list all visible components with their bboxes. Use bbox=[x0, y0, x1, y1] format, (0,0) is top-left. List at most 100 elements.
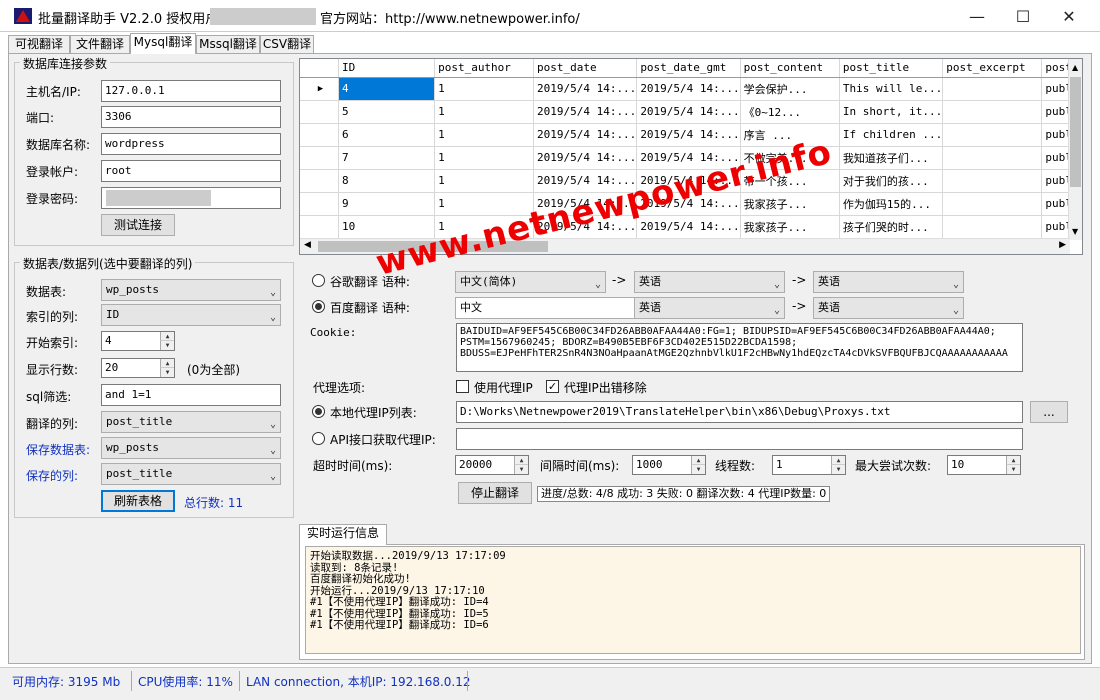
grid-horizontal-scrollbar[interactable]: ◀ ▶ bbox=[300, 238, 1070, 254]
table-cell[interactable]: 2019/5/4 14:... bbox=[636, 100, 741, 124]
browse-button[interactable]: ... bbox=[1030, 401, 1068, 423]
scroll-down-icon[interactable]: ▼ bbox=[1072, 227, 1078, 236]
google-source-lang-select[interactable]: 中文(简体) ⌄ bbox=[455, 271, 606, 293]
spin-up-icon[interactable]: ▲ bbox=[1006, 456, 1020, 465]
table-cell[interactable]: 我知道孩子们... bbox=[839, 146, 944, 170]
table-select[interactable]: wp_posts ⌄ bbox=[101, 279, 281, 301]
start-index-stepper[interactable]: 4 ▲ ▼ bbox=[101, 331, 175, 351]
table-cell[interactable]: 1 bbox=[434, 123, 534, 147]
spin-down-icon[interactable]: ▼ bbox=[160, 341, 174, 350]
use-proxy-checkbox[interactable] bbox=[456, 380, 469, 393]
table-cell[interactable]: 2019/5/4 14:... bbox=[636, 169, 741, 193]
table-row[interactable]: 9 1 2019/5/4 14:... 2019/5/4 14:... 我家孩子...… bbox=[300, 192, 1082, 216]
spin-down-icon[interactable]: ▼ bbox=[691, 465, 705, 474]
table-cell[interactable]: 1 bbox=[434, 77, 534, 101]
table-cell[interactable]: 我家孩子... bbox=[740, 215, 840, 239]
spin-up-icon[interactable]: ▲ bbox=[691, 456, 705, 465]
table-cell[interactable] bbox=[942, 215, 1043, 239]
scroll-thumb[interactable] bbox=[1070, 77, 1081, 187]
column-header[interactable]: post_title bbox=[839, 59, 944, 78]
table-cell[interactable]: 1 bbox=[434, 100, 534, 124]
user-input[interactable]: root bbox=[101, 160, 281, 182]
table-cell[interactable]: 5 bbox=[338, 100, 436, 124]
scroll-up-icon[interactable]: ▲ bbox=[1072, 63, 1078, 72]
table-cell[interactable]: 4 bbox=[338, 77, 436, 101]
table-cell[interactable]: 作为伽玛15的... bbox=[839, 192, 944, 216]
stop-translate-button[interactable]: 停止翻译 bbox=[458, 482, 532, 504]
table-cell[interactable]: 带一个孩... bbox=[740, 169, 840, 193]
row-header[interactable] bbox=[300, 169, 340, 193]
table-cell[interactable]: 2019/5/4 14:... bbox=[533, 123, 638, 147]
baidu-translate-radio[interactable] bbox=[312, 300, 325, 313]
proxy-remove-checkbox[interactable]: ✓ bbox=[546, 380, 559, 393]
table-cell[interactable]: 6 bbox=[338, 123, 436, 147]
column-header[interactable]: post_author bbox=[434, 59, 534, 78]
spin-down-icon[interactable]: ▼ bbox=[160, 368, 174, 377]
table-cell[interactable]: 2019/5/4 14:... bbox=[636, 146, 741, 170]
api-proxy-input[interactable] bbox=[456, 428, 1023, 450]
google-target-lang-select[interactable]: 英语 ⌄ bbox=[813, 271, 964, 293]
table-cell[interactable]: 1 bbox=[434, 146, 534, 170]
cookie-textarea[interactable]: BAIDUID=AF9EF545C6B00C34FD26ABB0AFAA44A0… bbox=[456, 323, 1023, 372]
host-input[interactable]: 127.0.0.1 bbox=[101, 80, 281, 102]
baidu-mid-lang-select[interactable]: 英语 ⌄ bbox=[634, 297, 785, 319]
table-cell[interactable]: 2019/5/4 14:... bbox=[533, 215, 638, 239]
port-input[interactable]: 3306 bbox=[101, 106, 281, 128]
row-pointer-icon[interactable]: ▶ bbox=[300, 77, 340, 101]
spin-up-icon[interactable]: ▲ bbox=[831, 456, 845, 465]
close-button[interactable]: ✕ bbox=[1046, 4, 1092, 28]
table-row[interactable]: 7 1 2019/5/4 14:... 2019/5/4 14:... 不做完美...… bbox=[300, 146, 1082, 170]
table-cell[interactable]: 1 bbox=[434, 215, 534, 239]
save-col-select[interactable]: post_title ⌄ bbox=[101, 463, 281, 485]
table-cell[interactable]: 学会保护... bbox=[740, 77, 840, 101]
column-header[interactable]: post_content bbox=[740, 59, 840, 78]
row-header[interactable] bbox=[300, 123, 340, 147]
table-cell[interactable] bbox=[942, 146, 1043, 170]
maximize-button[interactable]: ☐ bbox=[1000, 4, 1046, 28]
table-cell[interactable]: 2019/5/4 14:... bbox=[636, 77, 741, 101]
tab-csv-translate[interactable]: CSV翻译 bbox=[260, 35, 314, 53]
password-input[interactable] bbox=[101, 187, 281, 209]
google-mid-lang-select[interactable]: 英语 ⌄ bbox=[634, 271, 785, 293]
log-textarea[interactable]: 开始读取数据...2019/9/13 17:17:09 读取到: 8条记录! 百… bbox=[305, 546, 1081, 654]
spin-down-icon[interactable]: ▼ bbox=[514, 465, 528, 474]
spin-up-icon[interactable]: ▲ bbox=[160, 359, 174, 368]
table-cell[interactable]: 序言 ... bbox=[740, 123, 840, 147]
table-row[interactable]: 5 1 2019/5/4 14:... 2019/5/4 14:... 《0~12..… bbox=[300, 100, 1082, 124]
index-col-select[interactable]: ID ⌄ bbox=[101, 304, 281, 326]
trans-col-select[interactable]: post_title ⌄ bbox=[101, 411, 281, 433]
table-cell[interactable]: 9 bbox=[338, 192, 436, 216]
api-proxy-radio[interactable] bbox=[312, 432, 325, 445]
scroll-left-icon[interactable]: ◀ bbox=[304, 240, 311, 250]
sql-filter-input[interactable]: and 1=1 bbox=[101, 384, 281, 406]
table-cell[interactable]: 孩子们哭的时... bbox=[839, 215, 944, 239]
table-cell[interactable]: 《0~12... bbox=[740, 100, 840, 124]
table-cell[interactable] bbox=[942, 77, 1043, 101]
tab-realtime-log[interactable]: 实时运行信息 bbox=[299, 524, 387, 545]
local-proxy-path-input[interactable]: D:\Works\Netnewpower2019\TranslateHelper… bbox=[456, 401, 1023, 423]
tab-mysql-translate[interactable]: Mysql翻译 bbox=[130, 33, 196, 54]
rows-stepper[interactable]: 20 ▲ ▼ bbox=[101, 358, 175, 378]
interval-stepper[interactable]: 1000 ▲ ▼ bbox=[632, 455, 706, 475]
spin-up-icon[interactable]: ▲ bbox=[514, 456, 528, 465]
google-translate-radio[interactable] bbox=[312, 274, 325, 287]
table-cell[interactable]: 不做完美... bbox=[740, 146, 840, 170]
table-row[interactable]: 10 1 2019/5/4 14:... 2019/5/4 14:... 我家孩子..… bbox=[300, 215, 1082, 239]
table-cell[interactable]: If children ... bbox=[839, 123, 944, 147]
table-cell[interactable]: 2019/5/4 14:... bbox=[636, 123, 741, 147]
table-cell[interactable]: 1 bbox=[434, 169, 534, 193]
table-cell[interactable]: 2019/5/4 14:... bbox=[533, 169, 638, 193]
table-cell[interactable]: 2019/5/4 14:... bbox=[533, 100, 638, 124]
minimize-button[interactable]: — bbox=[954, 4, 1000, 28]
save-table-select[interactable]: wp_posts ⌄ bbox=[101, 437, 281, 459]
table-cell[interactable]: 7 bbox=[338, 146, 436, 170]
test-connection-button[interactable]: 测试连接 bbox=[101, 214, 175, 236]
table-cell[interactable]: 10 bbox=[338, 215, 436, 239]
grid-vertical-scrollbar[interactable]: ▲ ▼ bbox=[1068, 59, 1082, 240]
column-header[interactable]: post_date bbox=[533, 59, 638, 78]
local-proxy-radio[interactable] bbox=[312, 405, 325, 418]
data-grid[interactable]: ID post_author post_date post_date_gmt p… bbox=[299, 58, 1083, 255]
table-cell[interactable]: 2019/5/4 14:... bbox=[533, 192, 638, 216]
table-cell[interactable]: 2019/5/4 14:... bbox=[636, 192, 741, 216]
column-header[interactable]: post_date_gmt bbox=[636, 59, 741, 78]
